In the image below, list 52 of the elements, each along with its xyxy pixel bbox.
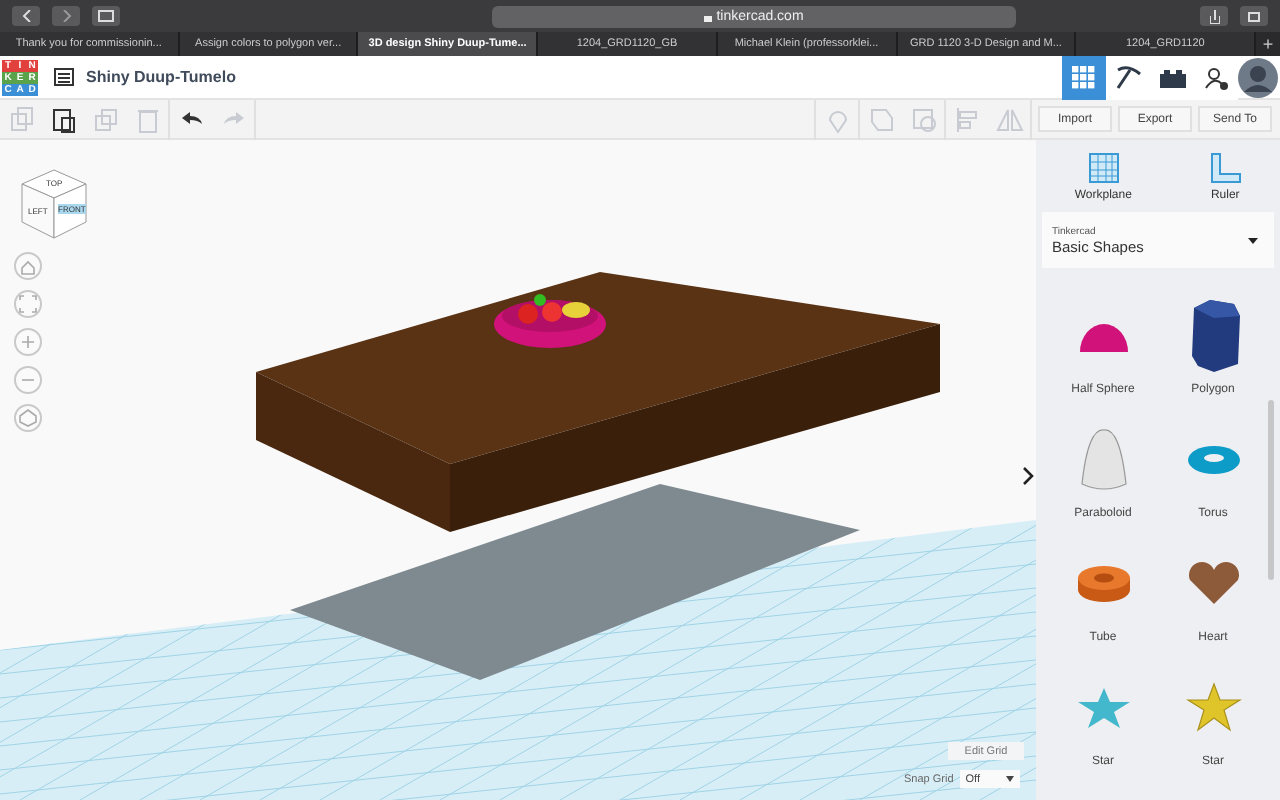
align-icon xyxy=(953,105,981,133)
share-icon xyxy=(1209,9,1219,23)
note-icon xyxy=(823,105,851,133)
ungroup-icon xyxy=(909,105,937,133)
tube-icon xyxy=(1075,564,1131,604)
copy-icon xyxy=(7,105,35,133)
zoom-in-icon xyxy=(18,332,38,352)
fit-button[interactable] xyxy=(14,290,42,318)
home-icon xyxy=(18,256,38,276)
group-icon xyxy=(867,105,895,133)
back-button[interactable] xyxy=(12,6,40,26)
dropdown-arrow-icon xyxy=(1248,238,1258,244)
ruler-icon xyxy=(1209,152,1242,184)
forward-icon xyxy=(61,10,71,22)
zoom-out-button[interactable] xyxy=(14,366,42,394)
new-tab-button[interactable]: + xyxy=(1256,32,1280,56)
mode-tab[interactable] xyxy=(1062,55,1106,99)
back-icon xyxy=(21,10,31,22)
brick-icon xyxy=(1159,67,1185,87)
torus-icon xyxy=(1185,444,1241,476)
user-gear-icon xyxy=(1204,65,1228,89)
design-title: Shiny Duup-Tumelo xyxy=(86,68,236,86)
star-icon xyxy=(1185,682,1241,734)
tabs-button[interactable] xyxy=(1240,6,1268,26)
delete-icon xyxy=(133,105,161,133)
zoom-in-button[interactable] xyxy=(14,328,42,356)
pickaxe-icon xyxy=(1115,64,1141,90)
design-list-icon[interactable] xyxy=(54,68,74,86)
home-button[interactable] xyxy=(14,252,42,280)
fit-view-icon xyxy=(18,294,38,314)
mirror-icon xyxy=(995,105,1023,133)
star-icon xyxy=(1075,686,1131,730)
view-cube[interactable] xyxy=(20,168,88,240)
dropdown-arrow-icon xyxy=(1005,776,1014,782)
chevron-right-icon xyxy=(1022,465,1034,485)
sidebar-button[interactable] xyxy=(92,6,120,26)
perspective-button[interactable] xyxy=(14,404,42,432)
heart-icon xyxy=(1185,560,1241,608)
tabs-icon xyxy=(1247,10,1261,22)
sidebar-icon xyxy=(98,10,114,22)
paste-icon xyxy=(49,105,77,133)
duplicate-icon xyxy=(91,105,119,133)
share-button[interactable] xyxy=(1200,6,1228,26)
grid-plane-icon xyxy=(1087,152,1120,184)
forward-button[interactable] xyxy=(52,6,80,26)
paraboloid-icon xyxy=(1079,428,1127,492)
fruit-bowl-drawing xyxy=(494,294,606,348)
avatar-icon[interactable] xyxy=(1238,57,1278,97)
cube-icon xyxy=(18,408,38,428)
scrollbar[interactable] xyxy=(1268,400,1274,580)
grid-icon xyxy=(1072,65,1096,89)
lock-icon xyxy=(704,11,713,21)
